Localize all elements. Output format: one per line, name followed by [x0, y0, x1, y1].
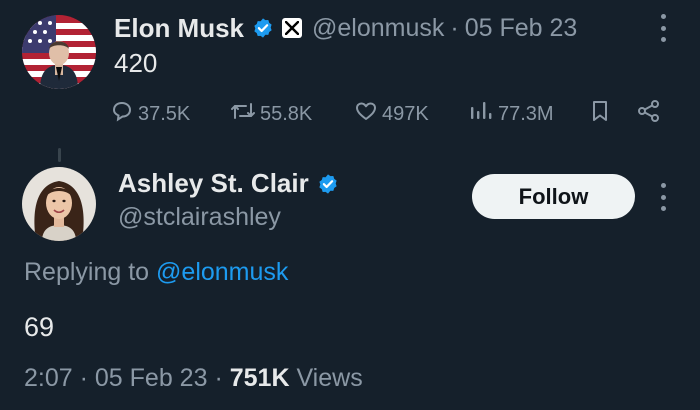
- reply-views-count: 751K: [229, 364, 290, 392]
- more-options-icon[interactable]: [657, 14, 669, 42]
- header-separator: ·: [450, 13, 459, 42]
- author-name[interactable]: Elon Musk: [114, 13, 244, 44]
- author-handle[interactable]: @elonmusk: [312, 14, 444, 43]
- avatar-ashley[interactable]: [22, 167, 96, 241]
- reply-views-label: Views: [296, 364, 363, 392]
- reply-icon: [110, 99, 134, 129]
- retweet-count: 55.8K: [260, 102, 313, 125]
- views-count: 77.3M: [498, 102, 554, 125]
- reply-tweet-text: 69: [24, 312, 55, 342]
- reply-author-row: Ashley St. Clair: [118, 168, 339, 199]
- views-icon: [468, 99, 494, 129]
- replying-to-line: Replying to @elonmusk: [24, 258, 288, 287]
- reply-time[interactable]: 2:07: [24, 364, 73, 392]
- bookmark-button[interactable]: [588, 99, 612, 129]
- replying-to-prefix: Replying to: [24, 258, 150, 286]
- verified-badge-icon: [317, 173, 339, 195]
- heart-icon: [354, 99, 378, 129]
- reply-author-handle[interactable]: @stclairashley: [118, 203, 281, 232]
- share-button[interactable]: [636, 99, 662, 129]
- meta-separator: ·: [214, 364, 223, 392]
- meta-separator: ·: [79, 364, 88, 392]
- tweet-date[interactable]: 05 Feb 23: [465, 14, 578, 43]
- verified-badge-icon: [252, 17, 274, 39]
- follow-button[interactable]: Follow: [472, 174, 635, 219]
- reply-button[interactable]: 37.5K: [110, 99, 190, 129]
- reply-date[interactable]: 05 Feb 23: [95, 364, 208, 392]
- like-button[interactable]: 497K: [354, 99, 429, 129]
- parent-tweet-header: Elon Musk @elonmusk · 05 Feb 23: [114, 10, 577, 46]
- retweet-icon: [230, 99, 256, 129]
- replying-to-mention[interactable]: @elonmusk: [156, 258, 288, 286]
- tweet-actions-bar: 37.5K 55.8K 497K 77.3M: [110, 98, 670, 130]
- reply-author-name[interactable]: Ashley St. Clair: [118, 168, 309, 199]
- like-count: 497K: [382, 102, 429, 125]
- reply-count: 37.5K: [138, 102, 191, 125]
- tweet-text: 420: [114, 48, 158, 78]
- avatar-elon[interactable]: [22, 15, 96, 89]
- thread-connector-line: [58, 148, 61, 162]
- x-logo-icon: [282, 18, 303, 38]
- more-options-icon[interactable]: [657, 183, 669, 211]
- share-icon: [636, 99, 662, 129]
- tweet-thread: Elon Musk @elonmusk · 05 Feb 23 420 37.5…: [0, 0, 700, 410]
- bookmark-icon: [588, 99, 612, 129]
- reply-tweet-meta: 2:07 · 05 Feb 23 · 751K Views: [24, 364, 363, 393]
- views-button[interactable]: 77.3M: [468, 99, 554, 129]
- retweet-button[interactable]: 55.8K: [230, 99, 312, 129]
